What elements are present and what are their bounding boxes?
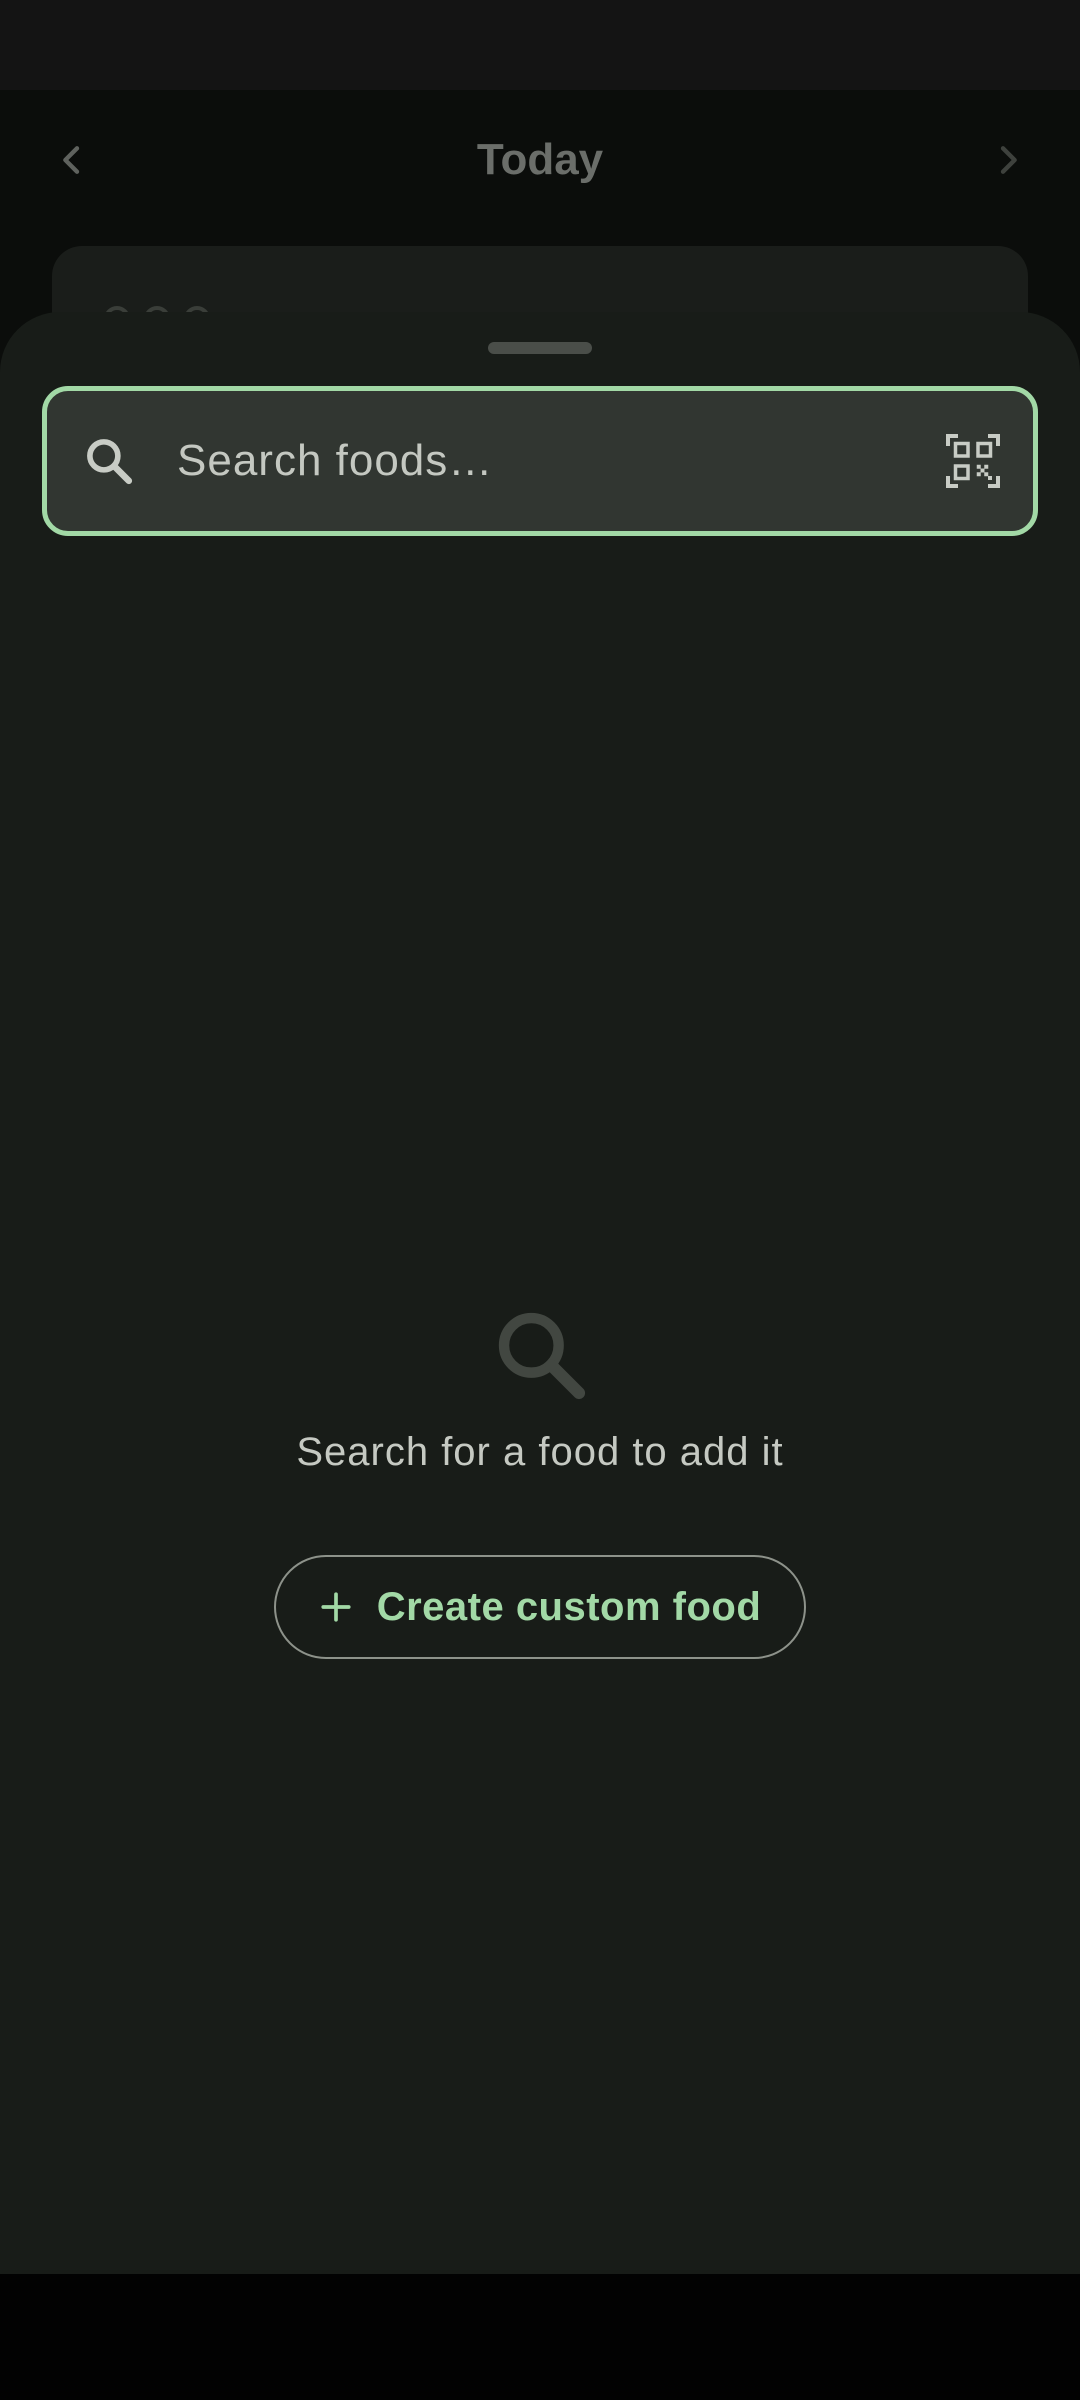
search-input[interactable] <box>177 421 857 501</box>
create-custom-food-button[interactable]: Create custom food <box>274 1555 806 1659</box>
empty-state-search-icon <box>488 1302 592 1406</box>
page-title: Today <box>476 135 604 184</box>
plus-icon <box>321 1592 351 1622</box>
food-search-field[interactable] <box>42 386 1038 536</box>
qr-code-scan-icon[interactable] <box>943 431 1003 491</box>
system-navigation-bar <box>0 2274 1080 2400</box>
chevron-right-icon <box>1000 146 1017 174</box>
screen: Today Search foods… Search for a food to… <box>0 0 1080 2400</box>
top-app-bar: Today <box>0 90 1080 220</box>
food-search-sheet: Search for a food to add it Create custo… <box>0 312 1080 2274</box>
search-icon <box>81 433 137 489</box>
status-bar <box>0 0 1080 90</box>
sheet-drag-handle[interactable] <box>488 342 592 354</box>
create-custom-food-label: Create custom food <box>376 1584 762 1629</box>
next-day-button[interactable] <box>968 120 1048 200</box>
empty-state-message: Search for a food to add it <box>296 1430 784 1474</box>
